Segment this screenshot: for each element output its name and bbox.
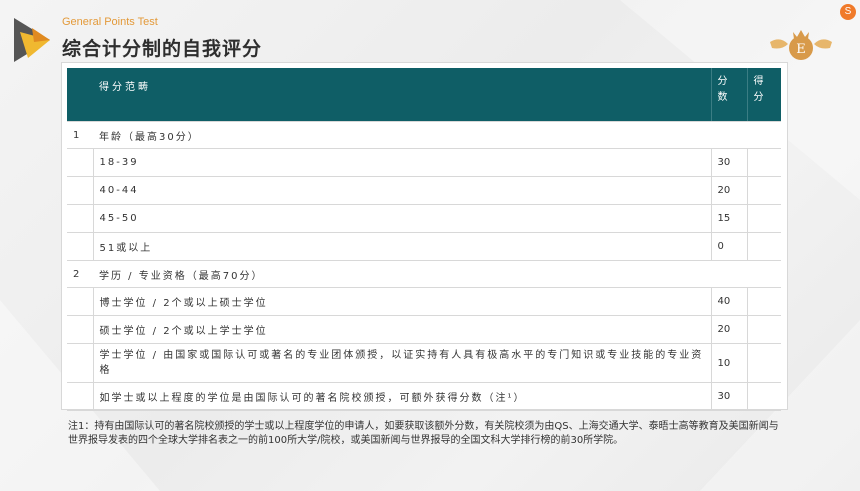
- app-badge-icon[interactable]: S: [840, 4, 856, 20]
- row-number: 1: [67, 121, 93, 149]
- score-input-cell[interactable]: [746, 287, 781, 316]
- row-label: 学士学位 / 由国家或国际认可或著名的专业团体颁授，以证实持有人具有极高水平的专…: [92, 343, 711, 383]
- row-points: 30: [710, 148, 747, 177]
- header-score: 得分: [746, 68, 781, 122]
- score-input-cell[interactable]: [746, 204, 781, 233]
- score-input-cell[interactable]: [746, 232, 781, 261]
- category-label: 学历 / 专业资格（最高70分）: [93, 260, 781, 288]
- table-row: 51或以上 0: [67, 232, 781, 261]
- score-input-cell[interactable]: [746, 315, 781, 344]
- footnote: 注1：持有由国际认可的著名院校颁授的学士或以上程度学位的申请人，如要获取该额外分…: [68, 421, 779, 446]
- row-label: 如学士或以上程度的学位是由国际认可的著名院校颁授，可额外获得分数（注¹）: [92, 382, 711, 411]
- row-label: 18-39: [92, 148, 711, 177]
- table-row: 1 年龄（最高30分）: [67, 121, 781, 149]
- row-points: 10: [710, 343, 747, 383]
- table-row: 学士学位 / 由国家或国际认可或著名的专业团体颁授，以证实持有人具有极高水平的专…: [67, 343, 781, 383]
- row-points: 20: [710, 315, 747, 344]
- triangle-logo-icon: [14, 18, 50, 62]
- table-row: 2 学历 / 专业资格（最高70分）: [67, 260, 781, 288]
- svg-text:E: E: [796, 42, 806, 57]
- points-table: 得分范畴 分数 得分 1 年龄（最高30分） 18-39 30 40-44 20: [67, 68, 781, 411]
- row-points: 0: [710, 232, 747, 261]
- score-input-cell[interactable]: [746, 343, 781, 383]
- table-row: 40-44 20: [67, 176, 781, 205]
- page-title: 综合计分制的自我评分: [62, 38, 263, 60]
- score-input-cell[interactable]: [746, 148, 781, 177]
- header-points: 分数: [710, 68, 747, 122]
- row-label: 45-50: [92, 204, 711, 233]
- table-row: 博士学位 / 2个或以上硕士学位 40: [67, 287, 781, 316]
- row-label: 51或以上: [92, 232, 711, 261]
- table-row: 如学士或以上程度的学位是由国际认可的著名院校颁授，可额外获得分数（注¹） 30: [67, 382, 781, 411]
- row-label: 博士学位 / 2个或以上硕士学位: [92, 287, 711, 316]
- page-subtitle: General Points Test: [62, 16, 158, 28]
- category-label: 年龄（最高30分）: [93, 121, 781, 149]
- row-label: 40-44: [92, 176, 711, 205]
- score-input-cell[interactable]: [746, 382, 781, 411]
- row-number: 2: [67, 260, 93, 288]
- table-header-row: 得分范畴 分数 得分: [67, 68, 781, 122]
- header-range: 得分范畴: [93, 68, 711, 122]
- table-row: 硕士学位 / 2个或以上学士学位 20: [67, 315, 781, 344]
- table-row: 45-50 15: [67, 204, 781, 233]
- table-row: 18-39 30: [67, 148, 781, 177]
- row-points: 15: [710, 204, 747, 233]
- row-points: 30: [710, 382, 747, 411]
- row-points: 40: [710, 287, 747, 316]
- score-input-cell[interactable]: [746, 176, 781, 205]
- header-num-cell: [67, 68, 93, 122]
- row-label: 硕士学位 / 2个或以上学士学位: [92, 315, 711, 344]
- points-table-panel: 得分范畴 分数 得分 1 年龄（最高30分） 18-39 30 40-44 20: [61, 62, 788, 411]
- row-points: 20: [710, 176, 747, 205]
